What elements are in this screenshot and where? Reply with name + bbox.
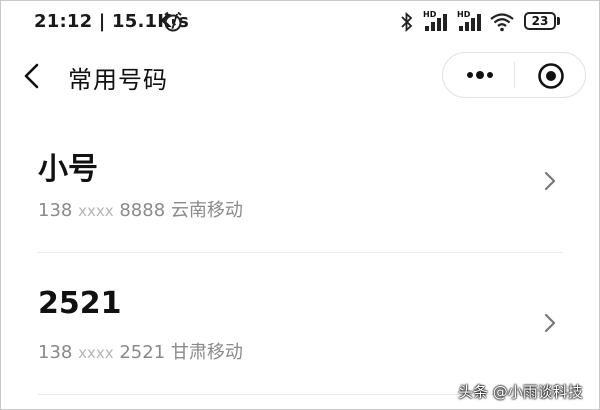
mini-program-capsule (442, 52, 586, 98)
capsule-divider (514, 62, 515, 88)
number-prefix: 138 (38, 200, 73, 221)
chevron-right-icon (544, 313, 556, 333)
number-mask: xxxx (78, 344, 114, 362)
carrier: 甘肃移动 (170, 342, 243, 363)
battery-tip (557, 17, 560, 25)
contact-number: 138 xxxx 8888 云南移动 (38, 196, 243, 222)
number-mask: xxxx (78, 202, 114, 220)
contact-item[interactable]: 2521 138 xxxx 2521 甘肃移动 (0, 254, 600, 394)
contact-name: 2521 (38, 286, 122, 321)
carrier: 云南移动 (170, 200, 243, 221)
signal-strength-icon-2 (459, 14, 481, 31)
number-suffix: 2521 (119, 342, 166, 363)
bluetooth-icon (401, 12, 413, 32)
list-divider (38, 252, 562, 253)
more-dots-icon[interactable] (465, 65, 495, 85)
chevron-right-icon (544, 171, 556, 191)
contact-item[interactable]: 小号 138 xxxx 8888 云南移动 (0, 112, 600, 252)
target-close-icon[interactable] (537, 62, 565, 90)
battery-indicator: 23 (524, 12, 556, 30)
watermark: 头条 @小雨谈科技 (458, 383, 583, 401)
status-time: 21:12 (34, 11, 93, 32)
contact-name: 小号 (38, 152, 98, 187)
wifi-icon (490, 13, 514, 32)
status-bar: 21:12 | 15.1K/s HD HD 23 (0, 0, 600, 44)
chevron-left-icon[interactable] (20, 62, 44, 90)
signal-strength-icon-1 (425, 14, 447, 31)
contact-number: 138 xxxx 2521 甘肃移动 (38, 338, 243, 364)
number-suffix: 8888 (119, 200, 166, 221)
alarm-clock-icon (164, 11, 182, 32)
page-title: 常用号码 (68, 66, 168, 94)
number-prefix: 138 (38, 342, 73, 363)
navigation-bar: 常用号码 (0, 44, 600, 108)
